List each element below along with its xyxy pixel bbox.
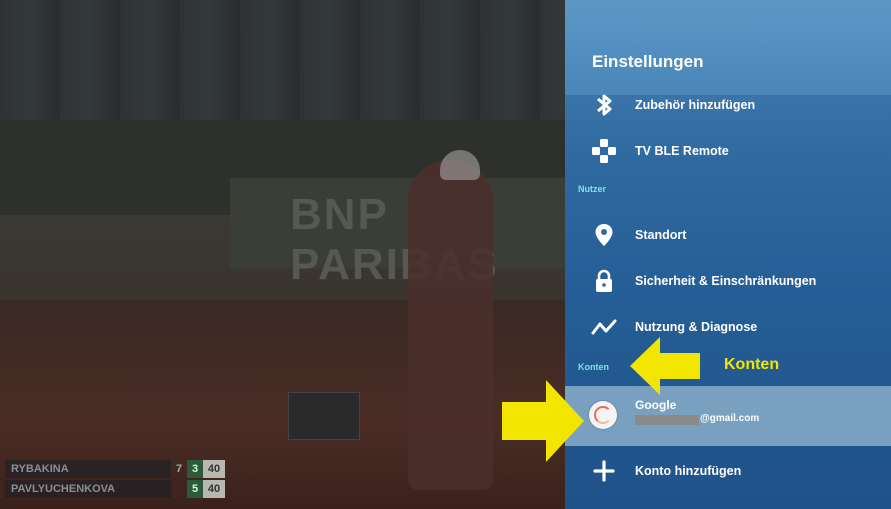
annotation-arrow-right-icon xyxy=(502,380,584,462)
player-games: 5 xyxy=(187,480,203,498)
menu-item-tv-ble-remote[interactable]: TV BLE Remote xyxy=(565,132,891,172)
plus-icon xyxy=(591,458,617,484)
account-name: Google xyxy=(635,398,677,412)
menu-item-location[interactable]: Standort xyxy=(565,216,891,256)
location-pin-icon xyxy=(591,222,617,248)
player-name: RYBAKINA xyxy=(5,460,171,478)
player-points: 40 xyxy=(203,480,225,498)
menu-item-add-account[interactable]: Konto hinzufügen xyxy=(565,452,891,492)
player-figure xyxy=(408,160,493,490)
page-title: Einstellungen xyxy=(592,52,704,71)
annotation-arrow-left-icon xyxy=(630,337,700,395)
bluetooth-icon xyxy=(591,92,617,118)
gamepad-icon xyxy=(591,138,617,164)
player-sets: 7 xyxy=(175,463,183,475)
menu-item-label: Zubehör hinzufügen xyxy=(635,98,756,112)
google-account-avatar xyxy=(589,401,617,429)
email-redaction xyxy=(635,415,699,425)
menu-item-security[interactable]: Sicherheit & Einschränkungen xyxy=(565,262,891,302)
google-logo-icon xyxy=(594,406,612,424)
player-points: 40 xyxy=(203,460,225,478)
annotation-label: Konten xyxy=(724,356,780,373)
section-header-accounts: Konten xyxy=(578,362,609,372)
stands xyxy=(0,0,570,120)
menu-item-label: Sicherheit & Einschränkungen xyxy=(635,274,817,288)
scoreboard-row: PAVLYUCHENKOVA 5 40 xyxy=(5,480,235,498)
menu-item-label: Nutzung & Diagnose xyxy=(635,320,758,334)
scoreboard: RYBAKINA 7 3 40 PAVLYUCHENKOVA 5 40 xyxy=(5,460,235,500)
menu-item-label: Konto hinzufügen xyxy=(635,464,742,478)
menu-item-label: TV BLE Remote xyxy=(635,144,729,158)
menu-item-add-accessory[interactable]: Zubehör hinzufügen xyxy=(565,86,891,126)
menu-item-label: Standort xyxy=(635,228,687,242)
lock-icon xyxy=(591,268,617,294)
player-name: PAVLYUCHENKOVA xyxy=(5,480,171,498)
player-games: 3 xyxy=(187,460,203,478)
section-header-user: Nutzer xyxy=(578,184,607,194)
activity-icon xyxy=(591,314,617,340)
settings-header: Einstellungen xyxy=(565,0,891,95)
account-email: @gmail.com xyxy=(700,413,760,424)
tv-screen: BNP PARIBAS RYBAKINA 7 3 40 PAVLYUCHENKO… xyxy=(0,0,891,509)
sponsor-sign xyxy=(288,392,360,440)
account-item-google[interactable]: Google @gmail.com xyxy=(565,386,891,446)
tennis-video-background: BNP PARIBAS RYBAKINA 7 3 40 PAVLYUCHENKO… xyxy=(0,0,570,509)
settings-panel: Einstellungen Zubehör hinzufügen TV BLE … xyxy=(565,0,891,509)
menu-item-usage-diagnostics[interactable]: Nutzung & Diagnose xyxy=(565,308,891,348)
scoreboard-row: RYBAKINA 7 3 40 xyxy=(5,460,235,478)
